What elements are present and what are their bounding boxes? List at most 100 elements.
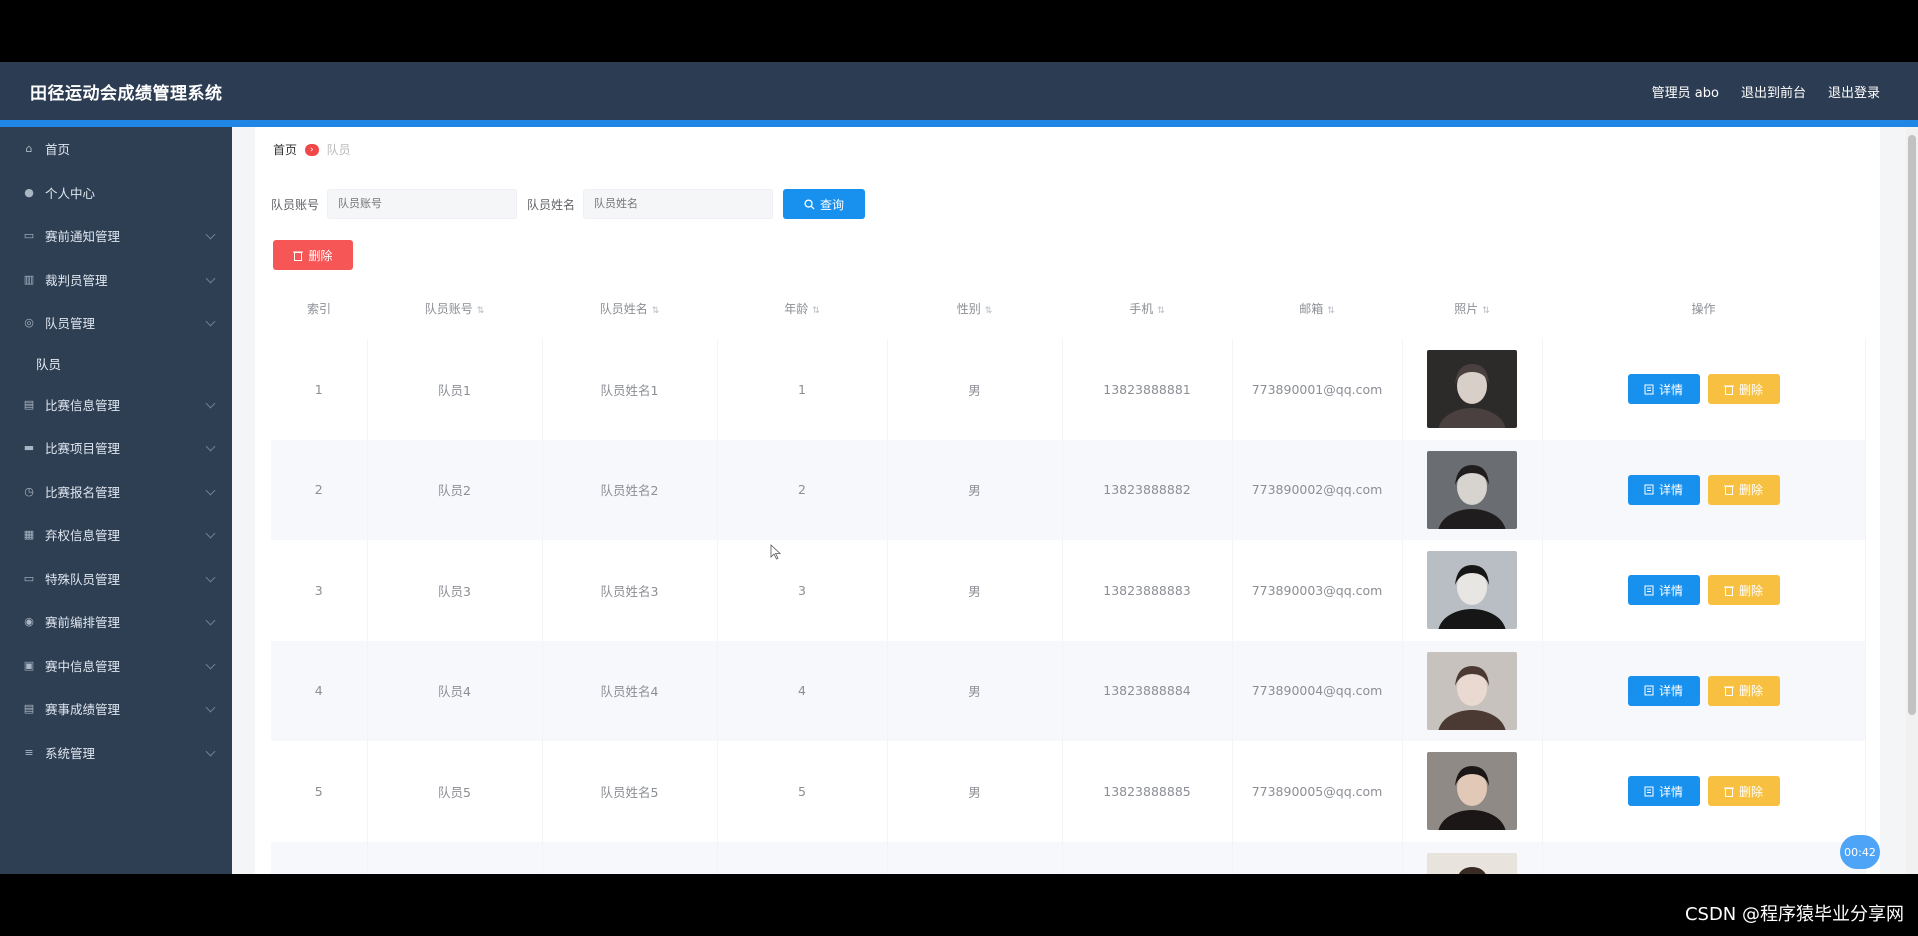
notice-icon: ▭ <box>23 229 35 243</box>
list-icon: ▤ <box>23 397 35 411</box>
query-button-label: 查询 <box>820 197 845 212</box>
player-photo <box>1427 651 1517 730</box>
sidebar-subitem-4-0[interactable]: 队员 <box>0 345 232 383</box>
sidebar-item-8[interactable]: ▦ 弃权信息管理 <box>0 513 232 557</box>
column-header-label: 年龄 <box>784 301 809 316</box>
sort-icon[interactable]: ⇅ <box>1327 306 1335 316</box>
sidebar-item-0[interactable]: ⌂ 首页 <box>0 127 232 171</box>
sidebar-item-7[interactable]: ◷ 比赛报名管理 <box>0 470 232 514</box>
recording-timer: 00:42 <box>1840 835 1880 869</box>
name-search-input[interactable] <box>583 189 774 219</box>
row-delete-label: 删除 <box>1738 784 1763 799</box>
logout-link[interactable]: 退出登录 <box>1828 82 1880 101</box>
user-icon: ● <box>24 185 34 199</box>
cell-photo <box>1402 741 1543 842</box>
detail-button[interactable]: 详情 <box>1627 776 1700 807</box>
cell-index: 2 <box>271 439 368 540</box>
breadcrumb-home[interactable]: 首页 <box>273 141 297 158</box>
batch-delete-label: 删除 <box>308 248 333 263</box>
flag-icon: ▬ <box>23 441 35 455</box>
detail-button[interactable]: 详情 <box>1627 474 1700 505</box>
column-header-6[interactable]: 邮箱 ⇅ <box>1232 277 1402 339</box>
table-row: 3 队员3 队员姓名3 3 男 13823888883 773890003@qq.com 详情… <box>271 540 1866 641</box>
header-accent-bar <box>0 120 1918 127</box>
sort-icon[interactable]: ⇅ <box>477 306 485 316</box>
account-search-input[interactable] <box>327 189 518 219</box>
column-header-0[interactable]: 索引 <box>271 277 367 339</box>
csdn-watermark: CSDN @程序猿毕业分享网 <box>1684 904 1904 925</box>
cell-phone: 13823888881 <box>1062 339 1233 440</box>
page-scrollbar[interactable] <box>1906 127 1918 874</box>
sidebar-item-11[interactable]: ▣ 赛中信息管理 <box>0 644 232 688</box>
cell-account: 队员1 <box>367 339 543 440</box>
table-row: 详情删除 <box>271 841 1866 874</box>
cell-age: 1 <box>717 339 888 440</box>
row-delete-button[interactable]: 删除 <box>1707 575 1780 606</box>
chevron-down-icon <box>205 273 216 283</box>
cell-email: 773890001@qq.com <box>1232 339 1403 440</box>
sidebar-item-13[interactable]: ≡ 系统管理 <box>0 731 232 775</box>
main-content: 首页 › 队员 队员账号 队员姓名 查询 删除 索引 队员账号 <box>255 127 1880 874</box>
column-header-label: 邮箱 <box>1299 301 1324 316</box>
sidebar-item-3[interactable]: ▥ 裁判员管理 <box>0 258 232 302</box>
sidebar-item-10[interactable]: ◉ 赛前编排管理 <box>0 600 232 644</box>
sidebar-item-label: 弃权信息管理 <box>45 528 121 544</box>
detail-button[interactable]: 详情 <box>1627 374 1700 405</box>
sort-icon[interactable]: ⇅ <box>1482 306 1490 316</box>
cell-email <box>1232 841 1403 874</box>
column-header-7[interactable]: 照片 ⇅ <box>1402 277 1542 339</box>
cell-age: 3 <box>717 540 888 641</box>
sort-icon[interactable]: ⇅ <box>985 306 993 316</box>
sort-icon[interactable]: ⇅ <box>652 306 660 316</box>
detail-button[interactable]: 详情 <box>1627 575 1700 606</box>
cell-age: 4 <box>717 640 888 741</box>
cell-email: 773890002@qq.com <box>1232 439 1403 540</box>
sort-icon[interactable]: ⇅ <box>812 306 820 316</box>
row-delete-button[interactable]: 删除 <box>1707 675 1780 706</box>
cell-gender: 男 <box>887 339 1063 440</box>
name-search-label: 队员姓名 <box>527 197 576 212</box>
table-row: 2 队员2 队员姓名2 2 男 13823888882 773890002@qq.com 详情… <box>271 439 1866 540</box>
table-row: 4 队员4 队员姓名4 4 男 13823888884 773890004@qq.com 详情… <box>271 640 1866 741</box>
clock-icon: ◷ <box>24 484 34 498</box>
sidebar-item-2[interactable]: ▭ 赛前通知管理 <box>0 214 232 258</box>
sidebar-item-4[interactable]: ◎ 队员管理 <box>0 301 232 345</box>
sidebar-item-label: 裁判员管理 <box>45 272 108 288</box>
batch-delete-button[interactable]: 删除 <box>273 240 353 270</box>
search-icon <box>804 198 815 210</box>
sidebar-item-5[interactable]: ▤ 比赛信息管理 <box>0 383 232 427</box>
exit-to-front-link[interactable]: 退出到前台 <box>1741 82 1806 101</box>
column-header-label: 操作 <box>1691 301 1716 316</box>
detail-button-label: 详情 <box>1658 483 1683 498</box>
cell-name <box>542 841 718 874</box>
column-header-3[interactable]: 年龄 ⇅ <box>717 277 887 339</box>
sidebar-item-9[interactable]: ▭ 特殊队员管理 <box>0 557 232 601</box>
cell-gender: 男 <box>887 540 1063 641</box>
sort-icon[interactable]: ⇅ <box>1157 306 1165 316</box>
row-delete-button[interactable]: 删除 <box>1707 474 1780 505</box>
sidebar-item-12[interactable]: ▤ 赛事成绩管理 <box>0 687 232 731</box>
player-photo <box>1427 852 1517 874</box>
sidebar-item-6[interactable]: ▬ 比赛项目管理 <box>0 426 232 470</box>
query-button[interactable]: 查询 <box>783 189 866 219</box>
cell-index <box>271 841 368 874</box>
document-icon <box>1644 786 1654 797</box>
scrollbar-thumb[interactable] <box>1908 135 1916 715</box>
column-header-4[interactable]: 性别 ⇅ <box>887 277 1062 339</box>
current-user: 管理员 abo <box>1651 86 1719 101</box>
chevron-down-icon <box>205 485 216 495</box>
column-header-label: 照片 <box>1454 301 1479 316</box>
row-delete-button[interactable]: 删除 <box>1707 374 1780 405</box>
column-header-5[interactable]: 手机 ⇅ <box>1062 277 1232 339</box>
detail-button[interactable]: 详情 <box>1627 675 1700 706</box>
sidebar-item-1[interactable]: ● 个人中心 <box>0 171 232 215</box>
row-delete-button[interactable]: 删除 <box>1707 776 1780 807</box>
app-title: 田径运动会成绩管理系统 <box>30 84 223 104</box>
cell-index: 1 <box>271 339 368 440</box>
player-photo <box>1427 752 1517 831</box>
chevron-down-icon <box>205 659 216 669</box>
column-header-1[interactable]: 队员账号 ⇅ <box>367 277 542 339</box>
column-header-2[interactable]: 队员姓名 ⇅ <box>542 277 717 339</box>
cell-index: 4 <box>271 640 368 741</box>
trash-icon <box>293 251 304 261</box>
